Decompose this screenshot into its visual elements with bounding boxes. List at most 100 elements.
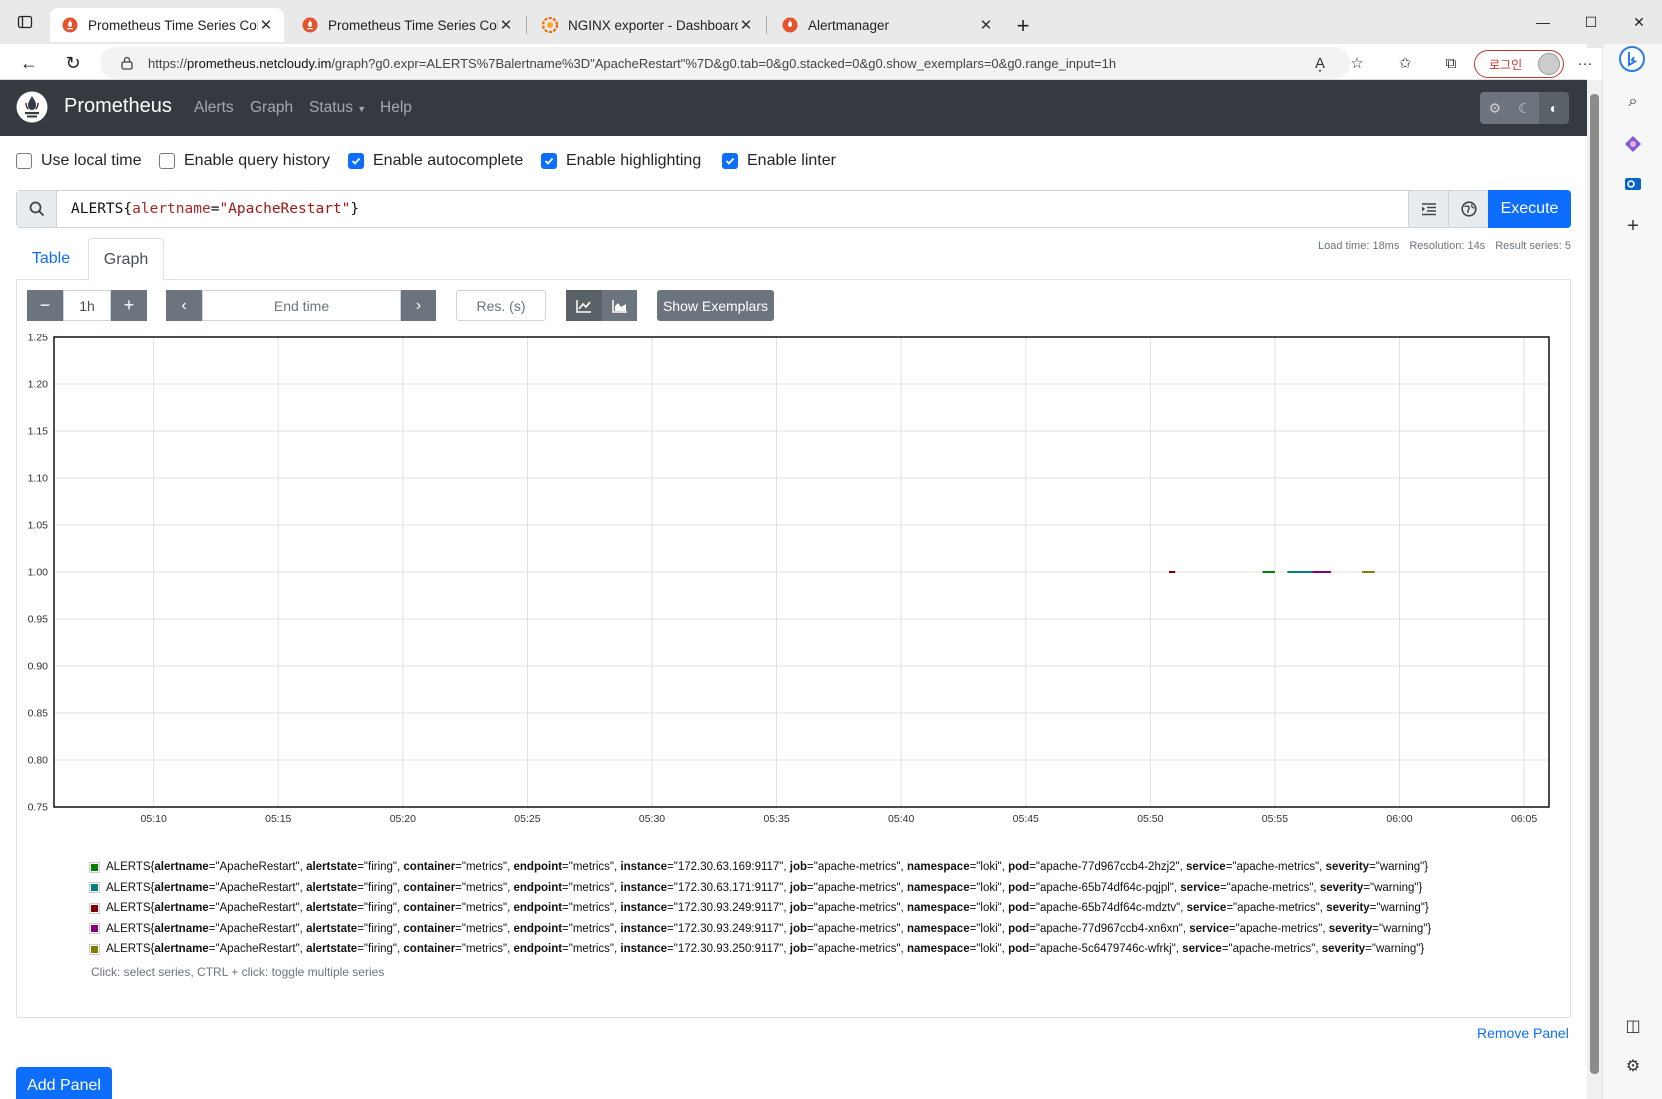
option-enable-query-history[interactable]: Enable query history [159,152,330,170]
legend-item[interactable]: ALERTS{alertname="ApacheRestart", alerts… [89,939,1431,960]
theme-auto-contrast-icon[interactable]: ◐ [1539,92,1569,124]
back-arrow-icon[interactable]: ← [14,48,44,78]
show-exemplars-button[interactable]: Show Exemplars [657,290,774,321]
search-icon[interactable]: ⌕ [1621,90,1645,114]
brand-title[interactable]: Prometheus [64,95,172,118]
nav-link-alerts[interactable]: Alerts [194,99,234,117]
page-scrollbar[interactable] [1587,80,1602,1099]
theme-switcher: ⚙ ☾ ◐ [1480,92,1569,124]
outlook-icon[interactable] [1621,172,1645,196]
x-tick-label: 06:00 [1386,813,1412,825]
alerts-time-series-chart[interactable]: 1.25 1.20 1.15 1.10 1.05 1.00 0.95 0.90 0.85 0.80… [24,334,1559,914]
legend-item[interactable]: ALERTS{alertname="ApacheRestart", alerts… [89,878,1431,899]
tab-table[interactable]: Table [16,238,86,280]
shopping-icon[interactable] [1621,132,1645,156]
minimize-window-icon[interactable]: — [1520,0,1566,44]
y-tick-label: 0.80 [28,755,49,767]
range-input[interactable]: 1h [63,290,111,321]
browser-tab-3[interactable]: Alertmanager ✕ [770,8,1004,42]
login-profile-button[interactable]: 로그인 [1474,50,1564,78]
browser-window: Prometheus Time Series Collectio ✕ Prome… [0,0,1662,1099]
expression-input[interactable]: ALERTS{alertname = "ApacheRestart"} [57,191,1408,227]
sidebar-toggle-icon[interactable]: ◫ [1621,1014,1645,1038]
legend-label: ALERTS{alertname="ApacheRestart", alerts… [106,861,1429,873]
option-label: Enable query history [184,152,330,169]
search-icon [17,191,57,227]
end-time-input[interactable]: End time [202,290,401,321]
previous-time-chevron-left-icon[interactable]: ‹ [166,290,202,321]
checkbox-checked[interactable] [722,153,738,169]
new-tab-icon[interactable]: + [1000,4,1046,48]
option-label: Enable linter [747,152,836,169]
legend-swatch [89,861,100,873]
prometheus-logo-icon[interactable] [16,91,48,123]
close-tab-icon[interactable]: ✕ [258,16,274,34]
legend-swatch [89,943,100,955]
y-tick-label: 1.00 [28,567,49,579]
collections-icon[interactable]: ⧉ [1436,48,1466,78]
close-tab-icon[interactable]: ✕ [498,16,514,34]
option-enable-autocomplete[interactable]: Enable autocomplete [348,152,523,170]
bing-copilot-icon[interactable] [1617,44,1647,74]
read-aloud-icon[interactable]: A͙ [1305,48,1335,78]
unstacked-chart-icon[interactable] [566,290,602,321]
legend-label: ALERTS{alertname="ApacheRestart", alerts… [106,902,1429,914]
theme-light-gear-icon[interactable]: ⚙ [1480,92,1510,124]
checkbox-checked[interactable] [541,153,557,169]
tab-graph[interactable]: Graph [88,238,164,281]
settings-gear-icon[interactable]: ⚙ [1621,1054,1645,1078]
nav-link-graph[interactable]: Graph [250,99,293,117]
y-tick-label: 0.95 [28,614,49,626]
add-panel-button[interactable]: Add Panel [16,1067,112,1099]
refresh-icon[interactable]: ↻ [58,48,88,78]
scrollbar-thumb[interactable] [1590,94,1599,1074]
checkbox-unchecked[interactable] [159,153,175,169]
metrics-explorer-globe-icon[interactable] [1448,191,1488,227]
add-favorite-icon[interactable]: ☆ [1342,48,1372,78]
option-enable-highlighting[interactable]: Enable highlighting [541,152,701,170]
close-tab-icon[interactable]: ✕ [978,16,994,34]
x-tick-label: 05:50 [1137,813,1163,825]
checkbox-unchecked[interactable] [16,153,32,169]
maximize-window-icon[interactable]: ☐ [1568,0,1614,44]
x-tick-label: 05:10 [141,813,167,825]
theme-dark-moon-icon[interactable]: ☾ [1509,92,1540,124]
nav-link-status[interactable]: Status ▼ [309,99,366,117]
checkbox-checked[interactable] [348,153,364,169]
tab-actions-icon[interactable] [2,0,48,44]
browser-tab-title: Prometheus Time Series Collectio [328,17,498,33]
resolution-input[interactable]: Res. (s) [456,290,546,321]
option-use-local-time[interactable]: Use local time [16,152,141,170]
stacked-chart-icon[interactable] [602,290,637,321]
decrease-range-button[interactable]: − [27,290,63,321]
execute-button[interactable]: Execute [1488,190,1571,228]
add-sidebar-app-icon[interactable]: + [1621,214,1645,238]
browser-tab-1[interactable]: Prometheus Time Series Collectio ✕ [290,8,524,42]
more-options-icon[interactable]: ··· [1570,48,1600,78]
legend-item[interactable]: ALERTS{alertname="ApacheRestart", alerts… [89,898,1431,919]
check-icon [351,157,361,165]
option-enable-linter[interactable]: Enable linter [722,152,836,170]
close-tab-icon[interactable]: ✕ [738,16,754,34]
legend-item[interactable]: ALERTS{alertname="ApacheRestart", alerts… [89,919,1431,940]
nav-link-help[interactable]: Help [380,99,412,117]
x-tick-label: 05:20 [390,813,416,825]
x-tick-label: 05:35 [763,813,789,825]
increase-range-button[interactable]: + [111,290,147,321]
format-expression-icon[interactable] [1408,191,1448,227]
url-bar[interactable]: https://prometheus.netcloudy.im/graph?g0… [100,47,1350,79]
legend-swatch [89,902,100,914]
legend-hint: Click: select series, CTRL + click: togg… [91,965,385,979]
close-window-icon[interactable]: ✕ [1616,0,1662,44]
remove-panel-link[interactable]: Remove Panel [1477,1025,1569,1041]
next-time-chevron-right-icon[interactable]: › [401,290,436,321]
address-bar-row: ← ↻ https://prometheus.netcloudy.im/grap… [0,44,1593,80]
browser-tab-0[interactable]: Prometheus Time Series Collectio ✕ [50,8,284,42]
favorites-icon[interactable]: ✩ [1390,48,1420,78]
legend-item[interactable]: ALERTS{alertname="ApacheRestart", alerts… [89,857,1431,878]
x-tick-label: 05:30 [639,813,665,825]
x-tick-label: 06:05 [1511,813,1537,825]
browser-tab-2[interactable]: NGINX exporter - Dashboards - G ✕ [530,8,764,42]
y-tick-label: 1.10 [28,473,49,485]
option-label: Enable autocomplete [373,152,524,169]
